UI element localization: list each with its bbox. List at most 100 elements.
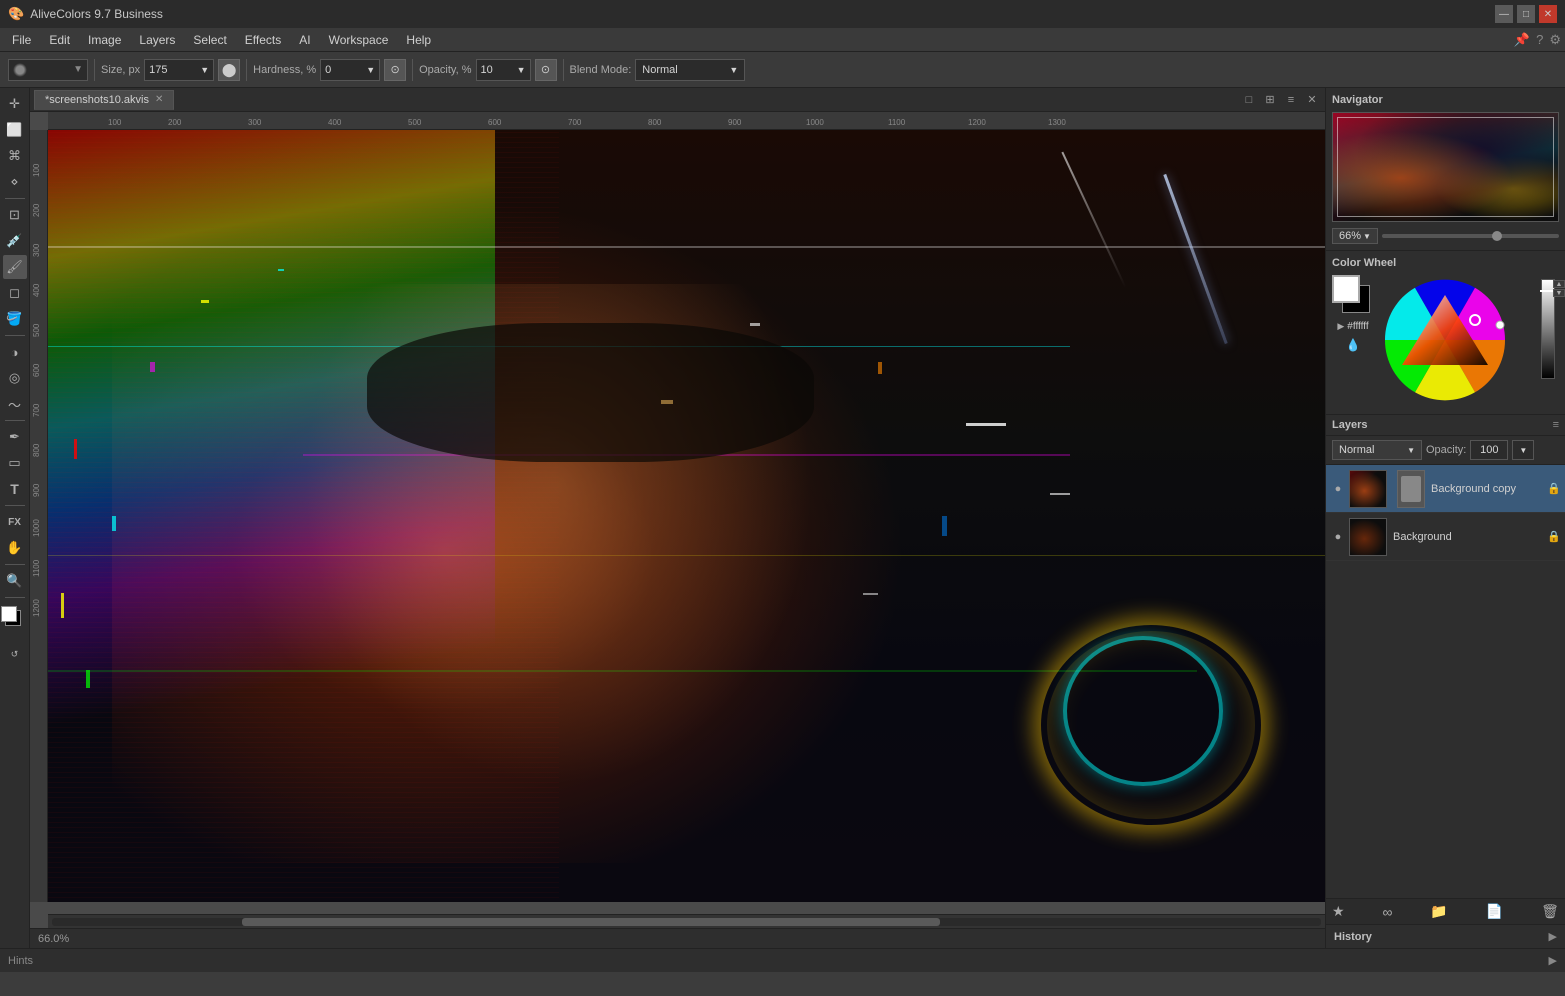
menu-ai[interactable]: AI xyxy=(291,31,318,49)
tool-brush[interactable]: 🖌 xyxy=(3,255,27,279)
tool-dodge[interactable]: ◑ xyxy=(3,340,27,364)
color-up-btn[interactable]: ▲ xyxy=(1553,280,1565,288)
help-icon[interactable]: ? xyxy=(1536,32,1543,47)
tool-select-rect[interactable]: ⬜ xyxy=(3,118,27,142)
tool-magic-wand[interactable]: ⋄ xyxy=(3,170,27,194)
zoom-value[interactable]: 66% ▼ xyxy=(1332,228,1378,244)
tab-close-button[interactable]: ✕ xyxy=(155,94,163,105)
foreground-color-swatch[interactable] xyxy=(1,606,17,622)
history-expand-arrow[interactable]: ▶ xyxy=(1549,930,1557,943)
menu-image[interactable]: Image xyxy=(80,31,129,49)
history-panel: History ▶ xyxy=(1326,924,1565,948)
menu-layers[interactable]: Layers xyxy=(131,31,183,49)
navigator-title: Navigator xyxy=(1332,94,1559,106)
svg-text:300: 300 xyxy=(248,118,262,127)
layer-link-btn[interactable]: ∞ xyxy=(1383,904,1393,920)
tool-blur[interactable]: ◎ xyxy=(3,366,27,390)
size-input[interactable]: 175 ▼ xyxy=(144,59,214,81)
app-title: AliveColors 9.7 Business xyxy=(30,7,163,21)
opacity-label: Opacity: xyxy=(1426,444,1466,456)
navigator-viewport-rect xyxy=(1337,117,1554,217)
menu-workspace[interactable]: Workspace xyxy=(321,31,397,49)
menu-help[interactable]: Help xyxy=(398,31,439,49)
opacity-icon[interactable]: ⊙ xyxy=(535,59,557,81)
menu-select[interactable]: Select xyxy=(185,31,234,49)
color-hex-value: #ffffff xyxy=(1347,321,1368,332)
hints-label: Hints xyxy=(8,955,33,967)
blend-mode-group: Blend Mode: Normal ▼ xyxy=(570,59,746,81)
canvas-content[interactable] xyxy=(48,130,1325,902)
view-grid-icon[interactable]: ⊞ xyxy=(1261,91,1279,109)
color-adjust-buttons: ▲ ▼ xyxy=(1553,280,1565,297)
opacity-input[interactable]: 10 ▼ xyxy=(476,59,531,81)
color-wheel-svg[interactable] xyxy=(1380,275,1510,405)
tool-move[interactable]: ✛ xyxy=(3,92,27,116)
brush-preview[interactable]: ▼ xyxy=(8,59,88,81)
tool-text[interactable]: T xyxy=(3,477,27,501)
blend-mode-select[interactable]: Normal ▼ xyxy=(635,59,745,81)
settings-icon[interactable]: ⚙ xyxy=(1549,32,1561,48)
size-group: Size, px 175 ▼ ⬤ xyxy=(101,59,240,81)
layer-opacity-value[interactable]: 100 xyxy=(1470,440,1508,460)
layer-blend-arrow: ▼ xyxy=(1407,446,1415,455)
layer-item-background[interactable]: ● Background 🔒 xyxy=(1326,513,1565,561)
tool-hand[interactable]: ✋ xyxy=(3,536,27,560)
view-list-icon[interactable]: ≡ xyxy=(1282,91,1300,109)
color-swatch-area[interactable] xyxy=(1,606,29,636)
tool-crop[interactable]: ⊡ xyxy=(3,203,27,227)
layers-menu-icon[interactable]: ≡ xyxy=(1553,419,1559,431)
tool-fill[interactable]: 🪣 xyxy=(3,307,27,331)
navigator-preview xyxy=(1332,112,1559,222)
brush-circle-icon xyxy=(13,63,27,77)
minimize-button[interactable]: — xyxy=(1495,5,1513,23)
view-single-icon[interactable]: □ xyxy=(1240,91,1258,109)
brush-preset-group: ▼ xyxy=(8,59,88,81)
layer-visibility-bg[interactable]: ● xyxy=(1330,529,1346,545)
layers-footer: ★ ∞ 📁 📄 🗑 xyxy=(1326,898,1565,924)
color-down-btn[interactable]: ▼ xyxy=(1553,289,1565,297)
document-tab[interactable]: *screenshots10.akvis ✕ xyxy=(34,90,174,110)
toolbox-sep-2 xyxy=(5,335,25,336)
eyedropper-icon[interactable]: 💧 xyxy=(1346,338,1361,352)
layer-visibility-bg-copy[interactable]: ● xyxy=(1330,481,1346,497)
zoom-controls: 66% ▼ xyxy=(1332,228,1559,244)
menu-edit[interactable]: Edit xyxy=(41,31,78,49)
tool-shape[interactable]: ▭ xyxy=(3,451,27,475)
tool-color-reset[interactable]: ↺ xyxy=(3,642,27,666)
svg-text:100: 100 xyxy=(32,163,41,177)
ruler-vertical: 100 200 300 400 500 600 700 800 900 1000… xyxy=(30,130,48,902)
status-bar: 66.0% xyxy=(30,928,1325,948)
new-group-btn[interactable]: 📁 xyxy=(1430,903,1447,920)
tool-fx[interactable]: FX xyxy=(3,510,27,534)
hardness-icon[interactable]: ⊙ xyxy=(384,59,406,81)
opacity-value: 10 xyxy=(481,64,493,76)
tool-zoom[interactable]: 🔍 xyxy=(3,569,27,593)
menu-effects[interactable]: Effects xyxy=(237,31,289,49)
menu-file[interactable]: File xyxy=(4,31,39,49)
new-layer-btn[interactable]: 📄 xyxy=(1486,903,1503,920)
close-all-icon[interactable]: ✕ xyxy=(1303,91,1321,109)
horizontal-scrollbar[interactable] xyxy=(48,914,1325,928)
svg-text:700: 700 xyxy=(568,118,582,127)
tool-pen[interactable]: ✒ xyxy=(3,425,27,449)
scrollbar-thumb[interactable] xyxy=(242,918,940,926)
hardness-input[interactable]: 0 ▼ xyxy=(320,59,380,81)
layer-blend-mode[interactable]: Normal ▼ xyxy=(1332,440,1422,460)
layer-opacity-arrow[interactable]: ▼ xyxy=(1512,440,1534,460)
tool-smudge[interactable]: 〜 xyxy=(3,392,27,416)
blend-mode-arrow: ▼ xyxy=(729,65,738,75)
size-brush-icon[interactable]: ⬤ xyxy=(218,59,240,81)
close-button[interactable]: ✕ xyxy=(1539,5,1557,23)
separator-4 xyxy=(563,59,564,81)
tool-eyedropper[interactable]: 💉 xyxy=(3,229,27,253)
color-wheel-panel: Color Wheel ▶ #ffffff 💧 xyxy=(1326,251,1565,415)
tool-eraser[interactable]: ◻ xyxy=(3,281,27,305)
delete-layer-btn[interactable]: 🗑 xyxy=(1541,903,1559,920)
tool-lasso[interactable]: ⌘ xyxy=(3,144,27,168)
zoom-slider[interactable] xyxy=(1382,234,1559,238)
maximize-button[interactable]: □ xyxy=(1517,5,1535,23)
hints-expand-icon[interactable]: ▶ xyxy=(1549,954,1557,967)
foreground-color-box[interactable] xyxy=(1332,275,1360,303)
add-adjustment-layer-btn[interactable]: ★ xyxy=(1332,903,1345,920)
layer-item-background-copy[interactable]: ● Background copy 🔒 xyxy=(1326,465,1565,513)
